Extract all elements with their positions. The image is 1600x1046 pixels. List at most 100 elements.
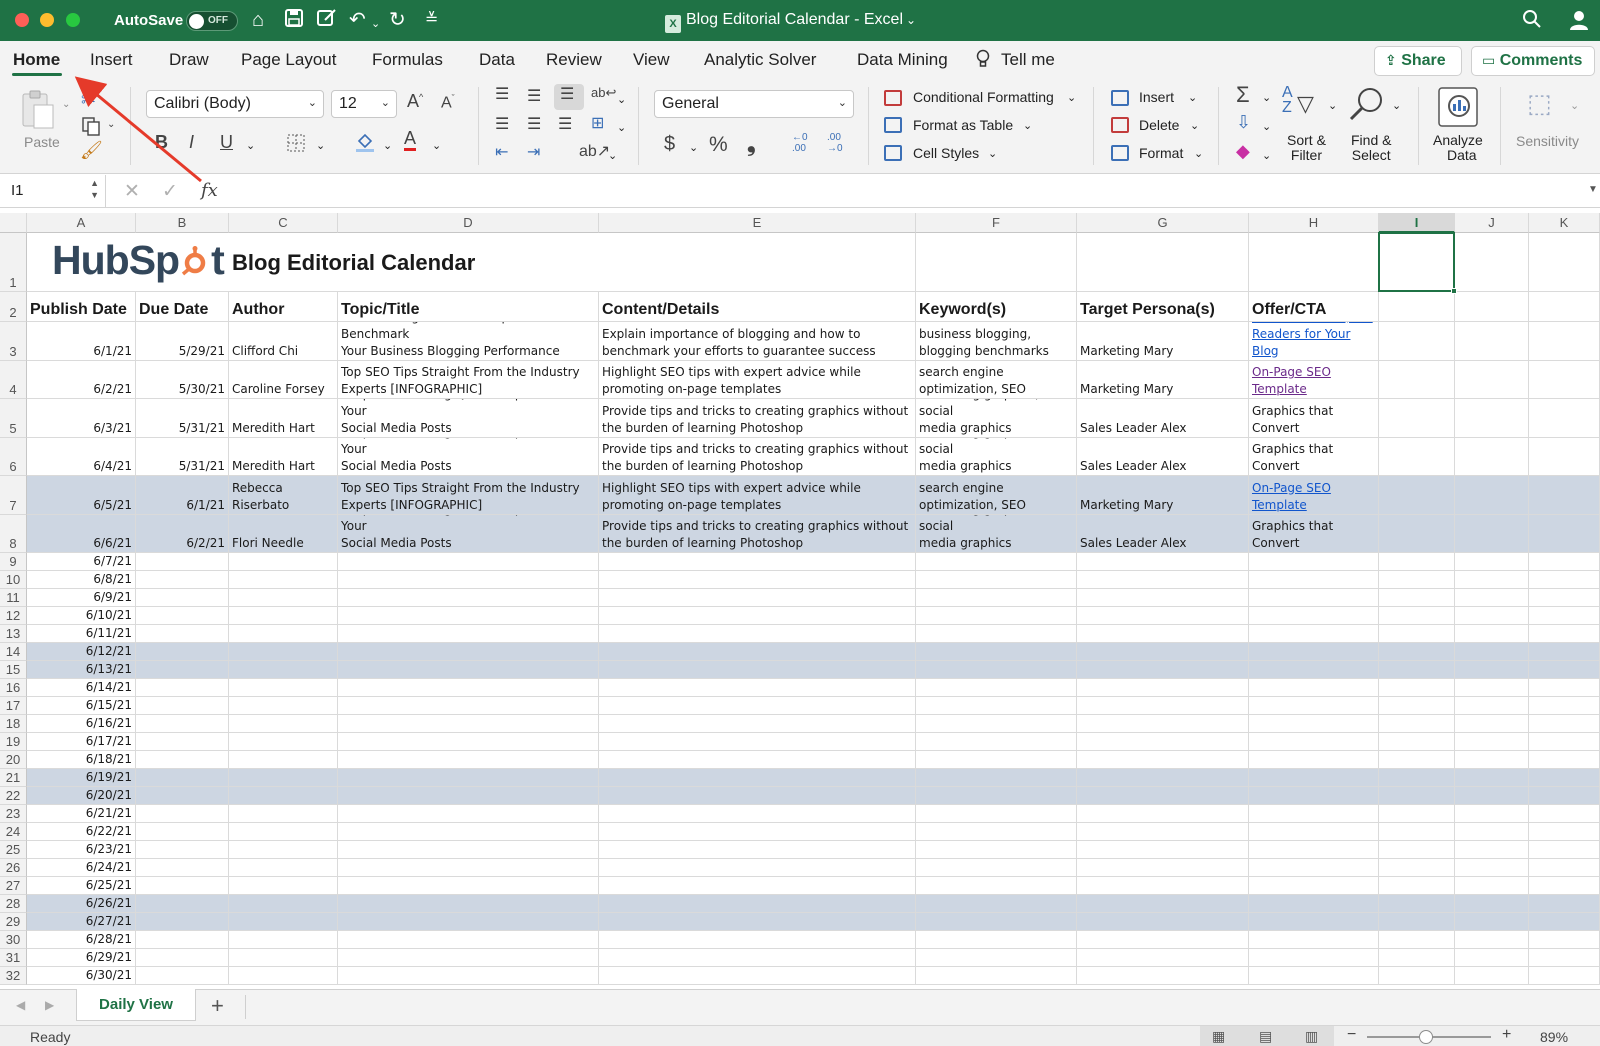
- empty-cell[interactable]: [1455, 679, 1529, 697]
- empty-cell[interactable]: [1077, 967, 1249, 985]
- publish-date-cell[interactable]: 6/7/21: [27, 553, 136, 571]
- empty-cell[interactable]: [136, 787, 229, 805]
- confirm-formula-icon[interactable]: ✓: [162, 180, 178, 203]
- empty-cell[interactable]: [136, 589, 229, 607]
- tell-me-search[interactable]: Tell me: [1001, 50, 1055, 70]
- row-header[interactable]: 9: [0, 553, 27, 571]
- page-layout-view-icon[interactable]: ▤: [1259, 1028, 1272, 1045]
- empty-cell[interactable]: [1077, 571, 1249, 589]
- content-cell[interactable]: Highlight SEO tips with expert advice wh…: [599, 476, 916, 515]
- offer-cta-cell[interactable]: Graphics that Convert: [1249, 437, 1379, 476]
- offer-cta-cell[interactable]: How to Get 100,000Readers for Your Blog: [1249, 322, 1379, 361]
- row-header[interactable]: 12: [0, 607, 27, 625]
- publish-date-cell[interactable]: 6/8/21: [27, 571, 136, 589]
- empty-cell[interactable]: [229, 931, 338, 949]
- empty-cell[interactable]: [136, 877, 229, 895]
- empty-cell[interactable]: [1249, 769, 1379, 787]
- empty-cell[interactable]: [916, 607, 1077, 625]
- empty-cell[interactable]: [1077, 625, 1249, 643]
- empty-cell[interactable]: [338, 931, 599, 949]
- empty-cell[interactable]: [1455, 625, 1529, 643]
- empty-cell[interactable]: [1249, 967, 1379, 985]
- name-box[interactable]: I1 ▲ ▼: [0, 175, 106, 207]
- empty-cell[interactable]: [599, 841, 916, 859]
- empty-cell[interactable]: [1529, 823, 1600, 841]
- empty-cell[interactable]: [229, 679, 338, 697]
- empty-cell[interactable]: [1077, 751, 1249, 769]
- empty-cell[interactable]: [599, 661, 916, 679]
- keyword-cell[interactable]: marketing graphics, social media graphics: [916, 514, 1077, 553]
- row-header[interactable]: 28: [0, 895, 27, 913]
- selected-cell-i1[interactable]: [1378, 232, 1457, 294]
- empty-cell[interactable]: [916, 805, 1077, 823]
- comma-button[interactable]: ❟: [747, 131, 756, 157]
- previous-sheet-icon[interactable]: ◀: [16, 998, 25, 1012]
- empty-cell[interactable]: [229, 733, 338, 751]
- wrap-dropdown-icon[interactable]: ⌄: [617, 93, 626, 106]
- publish-date-cell[interactable]: 6/24/21: [27, 859, 136, 877]
- publish-date-cell[interactable]: 6/21/21: [27, 805, 136, 823]
- empty-cell[interactable]: [338, 967, 599, 985]
- empty-cell[interactable]: [916, 733, 1077, 751]
- empty-cell[interactable]: [1249, 841, 1379, 859]
- persona-cell[interactable]: Marketing Mary: [1077, 322, 1249, 361]
- chevron-down-icon[interactable]: ⌄: [1194, 147, 1203, 160]
- empty-cell[interactable]: [338, 607, 599, 625]
- author-cell[interactable]: Flori Needle: [229, 514, 338, 553]
- empty-cell[interactable]: [1529, 751, 1600, 769]
- empty-cell[interactable]: [338, 571, 599, 589]
- empty-cell[interactable]: [1379, 769, 1455, 787]
- empty-cell[interactable]: [599, 823, 916, 841]
- row-header[interactable]: 29: [0, 913, 27, 931]
- empty-cell[interactable]: [1077, 589, 1249, 607]
- topic-cell[interactable]: 9 Tips for Creating Quick Graphics for Y…: [338, 437, 599, 476]
- empty-cell[interactable]: [1077, 895, 1249, 913]
- row-header[interactable]: 15: [0, 661, 27, 679]
- row-header[interactable]: 18: [0, 715, 27, 733]
- comments-button[interactable]: ▭ Comments: [1471, 46, 1595, 76]
- due-date-cell[interactable]: 5/31/21: [136, 437, 229, 476]
- persona-cell[interactable]: Sales Leader Alex: [1077, 437, 1249, 476]
- column-title-cell[interactable]: Offer/CTA: [1249, 292, 1379, 322]
- sort-filter-button[interactable]: Sort & Filter: [1287, 133, 1326, 163]
- empty-cell[interactable]: [1077, 913, 1249, 931]
- empty-cell[interactable]: [1455, 399, 1529, 438]
- empty-cell[interactable]: [916, 571, 1077, 589]
- font-color-dropdown-icon[interactable]: ⌄: [432, 139, 441, 152]
- chevron-down-icon[interactable]: ⌄: [1262, 91, 1271, 104]
- author-cell[interactable]: Meredith Hart: [229, 437, 338, 476]
- select-all-corner[interactable]: [0, 213, 27, 233]
- empty-cell[interactable]: [1249, 607, 1379, 625]
- empty-cell[interactable]: [1455, 553, 1529, 571]
- empty-cell[interactable]: [1077, 805, 1249, 823]
- empty-cell[interactable]: [1529, 769, 1600, 787]
- empty-cell[interactable]: [338, 553, 599, 571]
- orientation-icon[interactable]: ab↗: [579, 141, 610, 161]
- empty-cell[interactable]: [229, 895, 338, 913]
- empty-cell[interactable]: [338, 877, 599, 895]
- autosave-toggle[interactable]: OFF: [186, 11, 238, 31]
- empty-cell[interactable]: [1249, 805, 1379, 823]
- clear-icon[interactable]: ◆: [1236, 141, 1250, 162]
- column-header-a[interactable]: A: [27, 213, 136, 233]
- empty-cell[interactable]: [599, 931, 916, 949]
- empty-cell[interactable]: [916, 679, 1077, 697]
- empty-cell[interactable]: [1529, 805, 1600, 823]
- empty-cell[interactable]: [136, 553, 229, 571]
- empty-cell[interactable]: [338, 913, 599, 931]
- empty-cell[interactable]: [1249, 751, 1379, 769]
- publish-date-cell[interactable]: 6/5/21: [27, 476, 136, 515]
- cell-r1[interactable]: [1249, 233, 1379, 292]
- empty-cell[interactable]: [1379, 360, 1455, 399]
- empty-cell[interactable]: [599, 895, 916, 913]
- empty-cell[interactable]: [1379, 625, 1455, 643]
- empty-cell[interactable]: [1379, 859, 1455, 877]
- offer-cta-cell[interactable]: Graphics that Convert: [1249, 399, 1379, 438]
- content-cell[interactable]: Highlight SEO tips with expert advice wh…: [599, 360, 916, 399]
- cell-r1[interactable]: [1529, 233, 1600, 292]
- chevron-down-icon[interactable]: ⌄: [1570, 99, 1579, 112]
- publish-date-cell[interactable]: 6/27/21: [27, 913, 136, 931]
- number-format-select[interactable]: General ⌄: [654, 90, 854, 118]
- autosum-icon[interactable]: Σ: [1236, 82, 1250, 108]
- empty-cell[interactable]: [1249, 589, 1379, 607]
